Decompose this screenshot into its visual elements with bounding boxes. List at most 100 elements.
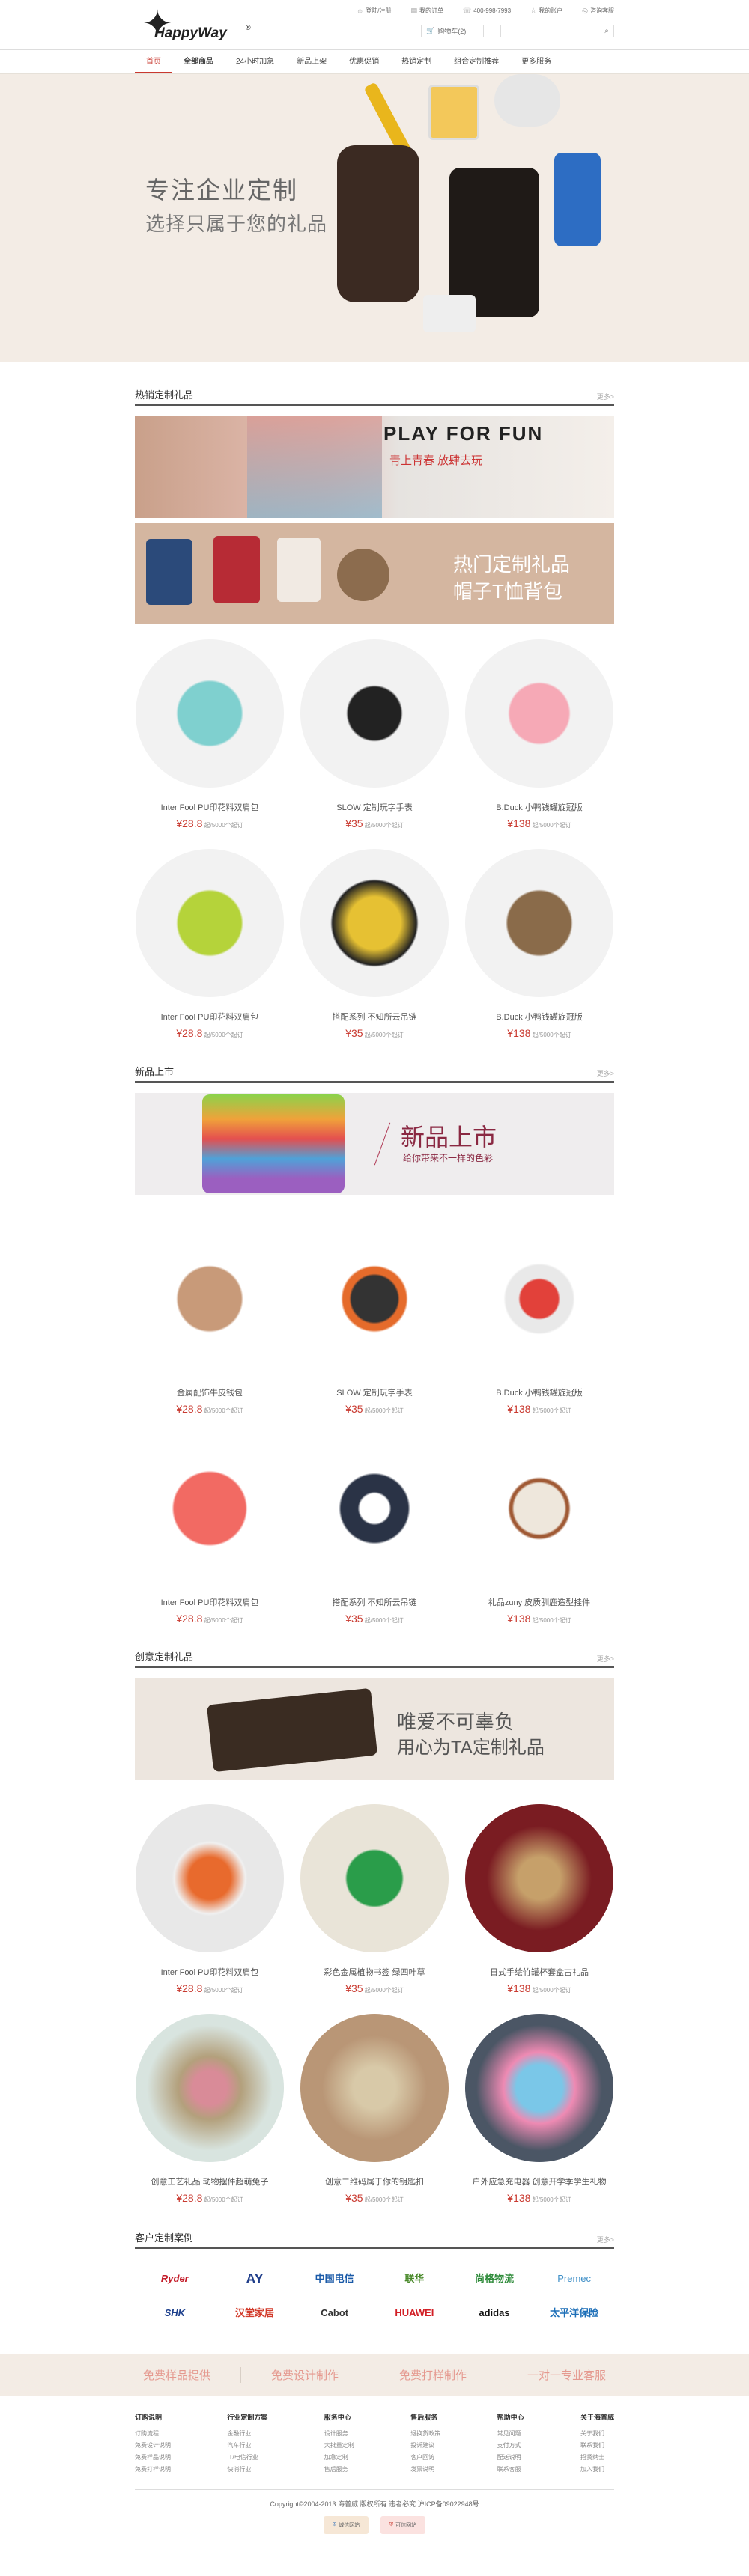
- product-card[interactable]: 搭配系列 不知所云吊链 ¥35 起/5000个起订: [300, 1434, 449, 1625]
- nav-all-products[interactable]: 全部商品: [172, 50, 225, 73]
- product-card[interactable]: Inter Fool PU印花料双肩包 ¥28.8 起/5000个起订: [135, 1804, 285, 1994]
- footer-link[interactable]: 联系客服: [497, 2464, 524, 2476]
- footer-link[interactable]: 关于我们: [580, 2428, 614, 2440]
- product-card[interactable]: 礼品zuny 皮质驯鹿造型挂件 ¥138 起/5000个起订: [464, 1434, 614, 1625]
- service-one-on-one[interactable]: 一对一专业客服: [497, 2367, 636, 2383]
- hero-banner[interactable]: 专注企业定制 选择只属于您的礼品: [0, 74, 749, 362]
- logo[interactable]: ✦ HappyWay ®: [142, 4, 255, 45]
- product-card[interactable]: 搭配系列 不知所云吊链 ¥35 起/5000个起订: [300, 849, 449, 1039]
- footer-link[interactable]: 售后服务: [324, 2464, 354, 2476]
- client-logo[interactable]: 太平洋保险: [534, 2303, 614, 2324]
- search-input[interactable]: [501, 25, 600, 37]
- footer-link[interactable]: 金融行业: [227, 2428, 267, 2440]
- client-logo[interactable]: 联华: [374, 2268, 455, 2289]
- section-heading: 新品上市: [135, 1066, 175, 1077]
- nav-hot[interactable]: 热销定制: [390, 50, 443, 73]
- product-image: [300, 1434, 449, 1583]
- footer-col-title: 行业定制方案: [227, 2414, 268, 2421]
- footer-link[interactable]: 客户回访: [410, 2452, 440, 2464]
- client-logo[interactable]: 尚格物流: [455, 2268, 535, 2289]
- more-link[interactable]: 更多>: [597, 1654, 614, 1663]
- footer-link[interactable]: 免费设计说明: [135, 2440, 171, 2452]
- product-card[interactable]: 户外应急充电器 创意开学季学生礼物 ¥138 起/5000个起订: [464, 2014, 614, 2204]
- footer-link[interactable]: 设计服务: [324, 2428, 354, 2440]
- client-logo[interactable]: 汉堂家居: [215, 2303, 295, 2324]
- product-card[interactable]: 日式手绘竹罐杯套盒古礼品 ¥138 起/5000个起订: [464, 1804, 614, 1994]
- footer-link[interactable]: 免费打样说明: [135, 2464, 171, 2476]
- nav-more[interactable]: 更多服务: [510, 50, 562, 73]
- product-card[interactable]: 创意二维码属于你的钥匙扣 ¥35 起/5000个起订: [300, 2014, 449, 2204]
- footer-link[interactable]: 加急定制: [324, 2452, 354, 2464]
- product-price: ¥138 起/5000个起订: [507, 2192, 571, 2204]
- trust-badge[interactable]: ⛨ 可信网站: [380, 2516, 425, 2534]
- client-logo[interactable]: Ryder: [135, 2268, 215, 2289]
- search-box: ⌕: [500, 25, 614, 37]
- footer-link[interactable]: IT/电信行业: [227, 2452, 267, 2464]
- client-logo[interactable]: AY: [215, 2268, 295, 2289]
- footer-link[interactable]: 支付方式: [497, 2440, 524, 2452]
- product-card[interactable]: Inter Fool PU印花料双肩包 ¥28.8 起/5000个起订: [135, 1434, 285, 1625]
- banner-creative[interactable]: 唯爱不可辜负 用心为TA定制礼品: [135, 1678, 614, 1780]
- footer-link[interactable]: 汽车行业: [227, 2440, 267, 2452]
- blue-stick-image: [554, 153, 601, 246]
- nav-home[interactable]: 首页: [135, 50, 172, 73]
- client-logo[interactable]: Cabot: [294, 2303, 374, 2324]
- service-free-proof[interactable]: 免费打样制作: [369, 2366, 498, 2383]
- banner-new-arrivals[interactable]: 新品上市 给你带来不一样的色彩: [135, 1093, 614, 1195]
- footer-col-title: 售后服务: [410, 2414, 438, 2421]
- top-link-orders[interactable]: ▤ 我的订单: [410, 7, 443, 15]
- cart-button[interactable]: 🛒 购物车(2): [421, 25, 484, 37]
- service-free-sample[interactable]: 免费样品提供: [113, 2366, 241, 2383]
- product-card[interactable]: B.Duck 小鸭钱罐旋冠版 ¥138 起/5000个起订: [464, 849, 614, 1039]
- product-card[interactable]: 金属配饰牛皮钱包 ¥28.8 起/5000个起订: [135, 1225, 285, 1415]
- top-link-login[interactable]: ☺ 登陆/注册: [357, 7, 391, 15]
- client-logo[interactable]: 中国电信: [294, 2268, 374, 2289]
- top-link-service[interactable]: ◎ 咨询客服: [582, 7, 614, 15]
- footer-link[interactable]: 加入我们: [580, 2464, 614, 2476]
- footer-link[interactable]: 投诉建议: [410, 2440, 440, 2452]
- product-card[interactable]: B.Duck 小鸭钱罐旋冠版 ¥138 起/5000个起订: [464, 1225, 614, 1415]
- product-image: [136, 2014, 284, 2162]
- banner-play-for-fun[interactable]: PLAY FOR FUN 青上青春 放肆去玩: [135, 416, 614, 518]
- footer-link[interactable]: 联系我们: [580, 2440, 614, 2452]
- product-grid: 金属配饰牛皮钱包 ¥28.8 起/5000个起订 SLOW 定制玩字手表 ¥35 起…: [135, 1225, 614, 1644]
- more-link[interactable]: 更多>: [597, 1068, 614, 1078]
- product-card[interactable]: Inter Fool PU印花料双肩包 ¥28.8 起/5000个起订: [135, 639, 285, 829]
- footer-link[interactable]: 大批量定制: [324, 2440, 354, 2452]
- product-card[interactable]: B.Duck 小鸭钱罐旋冠版 ¥138 起/5000个起订: [464, 639, 614, 829]
- product-name: 日式手绘竹罐杯套盒古礼品: [490, 1968, 589, 1977]
- notebook-image: [206, 1687, 378, 1773]
- nav-combo[interactable]: 组合定制推荐: [443, 50, 510, 73]
- footer-link[interactable]: 配送说明: [497, 2452, 524, 2464]
- footer-col: 帮助中心 常见问题 支付方式 配送说明 联系客服: [497, 2412, 524, 2476]
- more-link[interactable]: 更多>: [597, 2235, 614, 2244]
- footer-link[interactable]: 快消行业: [227, 2464, 267, 2476]
- search-icon[interactable]: ⌕: [600, 27, 613, 35]
- footer-link[interactable]: 订购流程: [135, 2428, 171, 2440]
- nav-24h[interactable]: 24小时加急: [225, 50, 285, 73]
- trust-badge[interactable]: ⛨ 诚信网站: [324, 2516, 369, 2534]
- footer-link[interactable]: 退换货政策: [410, 2428, 440, 2440]
- main-nav: 首页 全部商品 24小时加急 新品上架 优惠促销 热销定制 组合定制推荐 更多服…: [0, 49, 749, 74]
- footer-link[interactable]: 发票说明: [410, 2464, 440, 2476]
- product-card[interactable]: Inter Fool PU印花料双肩包 ¥28.8 起/5000个起订: [135, 849, 285, 1039]
- nav-new[interactable]: 新品上架: [285, 50, 338, 73]
- product-price: ¥138 起/5000个起订: [507, 817, 571, 829]
- product-card[interactable]: 创意工艺礼品 动物摆件超萌兔子 ¥28.8 起/5000个起订: [135, 2014, 285, 2204]
- product-card[interactable]: SLOW 定制玩字手表 ¥35 起/5000个起订: [300, 1225, 449, 1415]
- service-free-design[interactable]: 免费设计制作: [241, 2366, 369, 2383]
- product-card[interactable]: SLOW 定制玩字手表 ¥35 起/5000个起订: [300, 639, 449, 829]
- top-link-phone[interactable]: ☏ 400-998-7993: [463, 7, 511, 15]
- top-link-account[interactable]: ☆ 我的账户: [530, 7, 562, 15]
- client-logo[interactable]: Premec: [534, 2268, 614, 2289]
- nav-promo[interactable]: 优惠促销: [338, 50, 390, 73]
- footer-link[interactable]: 免费样品说明: [135, 2452, 171, 2464]
- client-logo[interactable]: adidas: [455, 2303, 535, 2324]
- footer-link[interactable]: 招贤纳士: [580, 2452, 614, 2464]
- client-logo[interactable]: HUAWEI: [374, 2303, 455, 2324]
- more-link[interactable]: 更多>: [597, 392, 614, 401]
- footer-link[interactable]: 常见问题: [497, 2428, 524, 2440]
- banner-hot-custom[interactable]: 热门定制礼品 帽子T恤背包: [135, 523, 614, 624]
- product-card[interactable]: 彩色金属植物书签 绿四叶草 ¥35 起/5000个起订: [300, 1804, 449, 1994]
- client-logo[interactable]: SHK: [135, 2303, 215, 2324]
